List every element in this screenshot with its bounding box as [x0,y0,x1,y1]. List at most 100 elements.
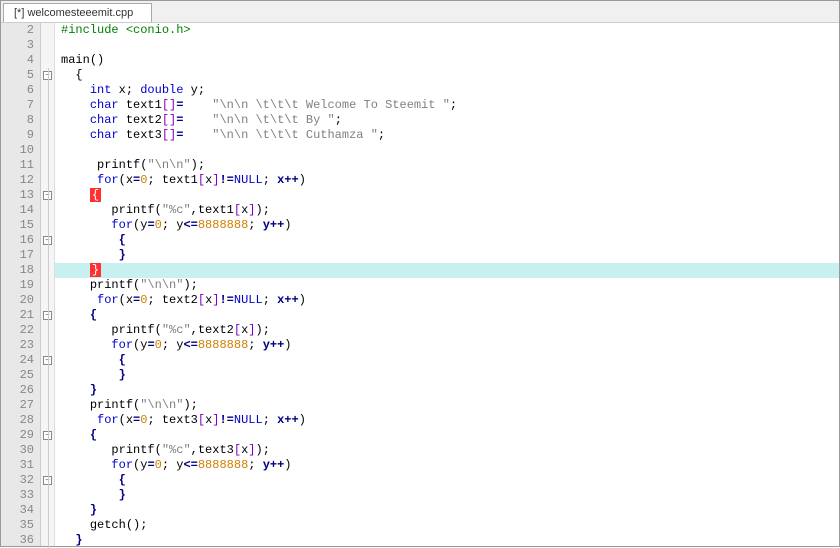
code-line[interactable]: } [61,383,839,398]
fold-cell [41,203,54,218]
line-number: 17 [1,248,34,263]
fold-cell [41,278,54,293]
line-number: 21 [1,308,34,323]
code-line[interactable]: printf("%c",text1[x]); [61,203,839,218]
line-number: 18 [1,263,34,278]
line-number: 33 [1,488,34,503]
brace-match: } [90,263,101,277]
line-number: 27 [1,398,34,413]
line-number: 30 [1,443,34,458]
fold-cell [41,323,54,338]
fold-cell [41,158,54,173]
code-line[interactable]: } [61,533,839,548]
code-line[interactable] [61,143,839,158]
code-line[interactable]: for(x=0; text1[x]!=NULL; x++) [61,173,839,188]
line-number: 12 [1,173,34,188]
line-number: 20 [1,293,34,308]
fold-cell: − [41,428,54,443]
fold-cell [41,113,54,128]
code-line[interactable]: printf("%c",text2[x]); [61,323,839,338]
fold-cell [41,128,54,143]
line-number: 32 [1,473,34,488]
fold-cell: − [41,473,54,488]
code-line[interactable]: for(y=0; y<=8888888; y++) [61,458,839,473]
code-line[interactable]: char text2[]= "\n\n \t\t\t By "; [61,113,839,128]
code-line[interactable]: { [61,428,839,443]
line-number: 9 [1,128,34,143]
line-number: 22 [1,323,34,338]
code-line[interactable]: printf("\n\n"); [61,398,839,413]
fold-cell [41,23,54,38]
code-line[interactable]: { [61,233,839,248]
line-number: 23 [1,338,34,353]
code-line[interactable]: #include <conio.h> [61,23,839,38]
fold-cell [41,533,54,548]
fold-cell: − [41,308,54,323]
fold-cell [41,368,54,383]
line-number: 11 [1,158,34,173]
fold-cell [41,248,54,263]
tab-bar: [*] welcomesteeemit.cpp [1,1,839,23]
line-number: 14 [1,203,34,218]
code-line[interactable]: } [61,503,839,518]
line-number: 24 [1,353,34,368]
editor[interactable]: 2345678910111213141516171819202122232425… [1,23,839,546]
fold-cell [41,503,54,518]
code-line[interactable]: for(y=0; y<=8888888; y++) [61,338,839,353]
code-area[interactable]: #include <conio.h> main() { int x; doubl… [55,23,839,546]
code-line[interactable]: getch(); [61,518,839,533]
code-line[interactable]: printf("\n\n"); [61,278,839,293]
line-number-gutter: 2345678910111213141516171819202122232425… [1,23,41,546]
line-number: 29 [1,428,34,443]
line-number: 5 [1,68,34,83]
fold-cell [41,38,54,53]
fold-cell: − [41,233,54,248]
line-number: 3 [1,38,34,53]
code-line[interactable]: { [61,353,839,368]
fold-cell [41,263,54,278]
code-line[interactable]: main() [61,53,839,68]
fold-cell [41,398,54,413]
line-number: 10 [1,143,34,158]
fold-cell [41,83,54,98]
code-line[interactable]: printf("%c",text3[x]); [61,443,839,458]
fold-cell [41,98,54,113]
fold-cell [41,53,54,68]
file-tab[interactable]: [*] welcomesteeemit.cpp [3,3,152,22]
code-line[interactable]: { [61,68,839,83]
brace-match: { [90,188,101,202]
code-line[interactable]: } [61,368,839,383]
line-number: 4 [1,53,34,68]
fold-column: −−−−−−− [41,23,55,546]
code-line[interactable]: int x; double y; [61,83,839,98]
line-number: 35 [1,518,34,533]
line-number: 34 [1,503,34,518]
code-line[interactable]: } [61,248,839,263]
header: <conio.h> [126,23,191,37]
line-number: 19 [1,278,34,293]
code-line[interactable]: for(x=0; text3[x]!=NULL; x++) [61,413,839,428]
code-line[interactable]: { [61,473,839,488]
code-line[interactable]: char text3[]= "\n\n \t\t\t Cuthamza "; [61,128,839,143]
fold-cell [41,218,54,233]
code-line[interactable]: } [61,263,839,278]
code-line[interactable] [61,38,839,53]
line-number: 36 [1,533,34,548]
fold-cell: − [41,188,54,203]
line-number: 8 [1,113,34,128]
func: main [61,53,90,67]
line-number: 2 [1,23,34,38]
line-number: 28 [1,413,34,428]
code-line[interactable]: for(y=0; y<=8888888; y++) [61,218,839,233]
code-line[interactable]: } [61,488,839,503]
code-line[interactable]: char text1[]= "\n\n \t\t\t Welcome To St… [61,98,839,113]
fold-cell [41,413,54,428]
code-line[interactable]: { [61,308,839,323]
fold-cell [41,173,54,188]
line-number: 25 [1,368,34,383]
line-number: 6 [1,83,34,98]
code-line[interactable]: printf("\n\n"); [61,158,839,173]
code-line[interactable]: { [61,188,839,203]
fold-cell [41,143,54,158]
code-line[interactable]: for(x=0; text2[x]!=NULL; x++) [61,293,839,308]
